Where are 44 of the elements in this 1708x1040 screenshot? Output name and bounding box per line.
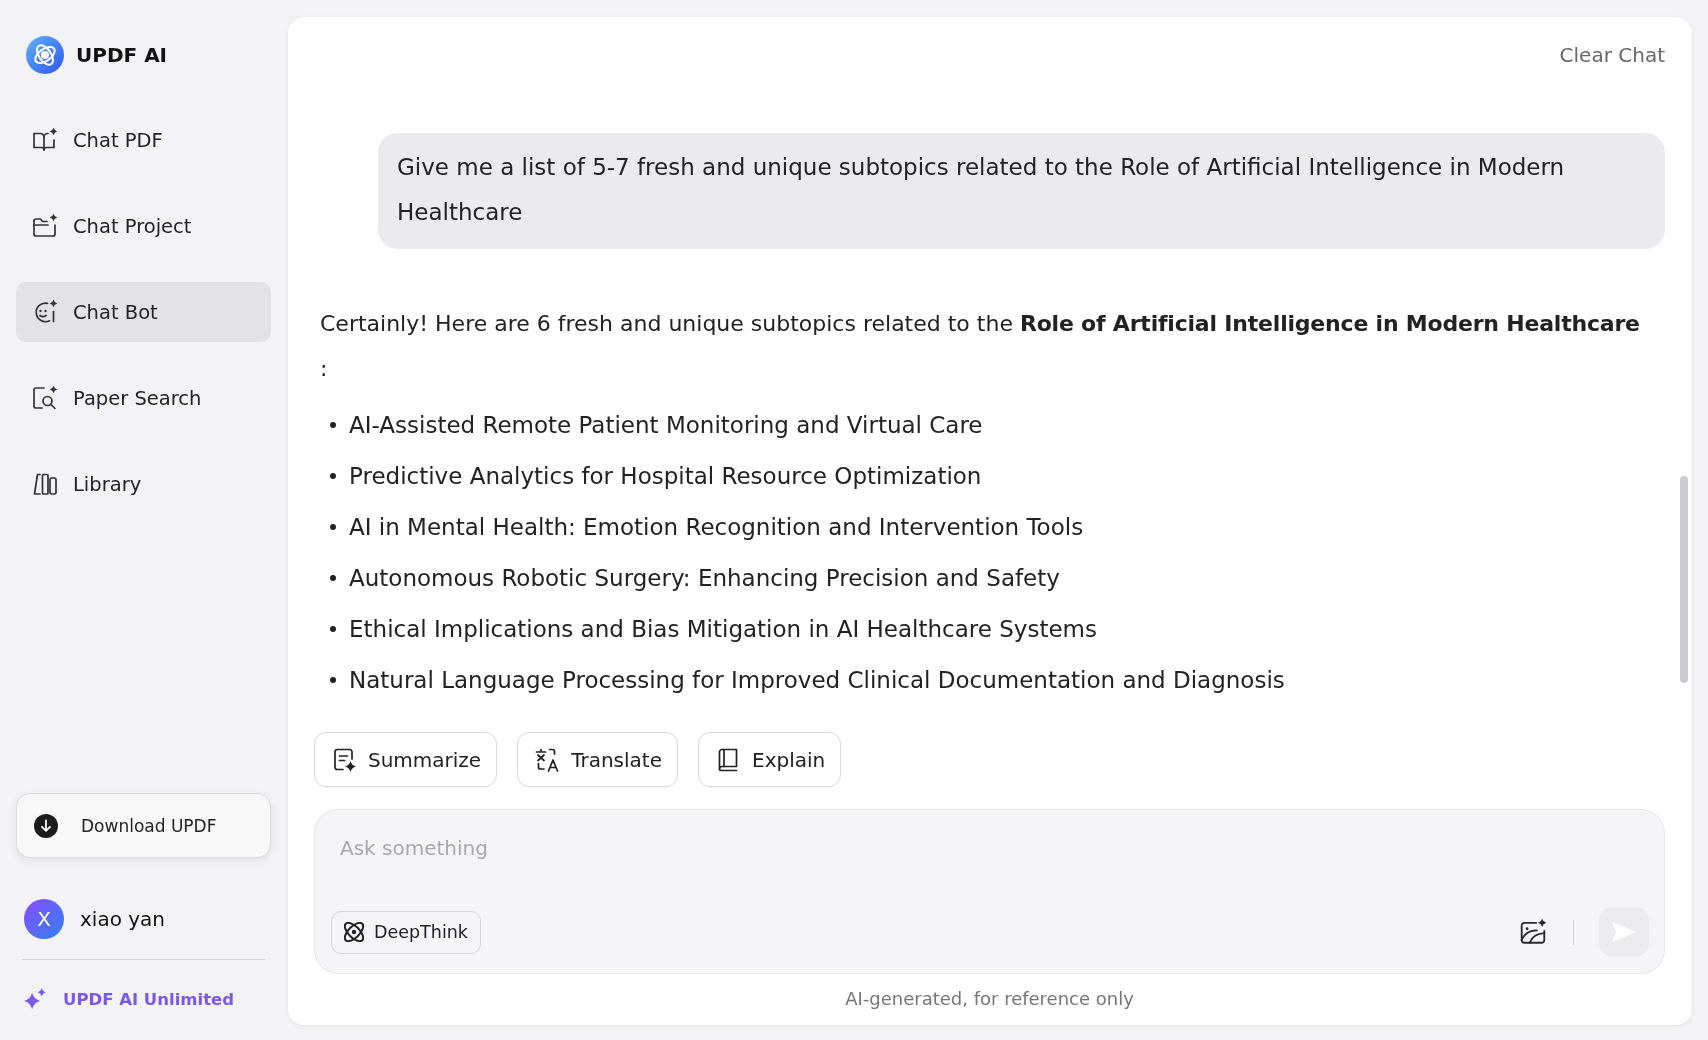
- list-item-text: Natural Language Processing for Improved Clinical Documentation and Diagnosis: [349, 666, 1285, 693]
- list-item-text: AI in Mental Health: Emotion Recognition and Intervention Tools: [349, 513, 1084, 540]
- sidebar-item[interactable]: Chat PDF: [16, 110, 271, 170]
- bullet-icon: [330, 676, 336, 683]
- list-item-text: Ethical Implications and Bias Mitigation in AI Healthcare Systems: [349, 615, 1097, 642]
- sidebar-item[interactable]: Chat Project: [16, 196, 271, 256]
- sidebar-item[interactable]: Paper Search: [16, 368, 271, 428]
- bullet-icon: [330, 421, 336, 428]
- logo-icon: [26, 36, 64, 74]
- document-icon: [331, 746, 357, 773]
- scrollbar[interactable]: [1680, 476, 1688, 683]
- user-avatar: X: [24, 899, 64, 939]
- sparkle-icon: [24, 988, 46, 1010]
- atom-icon: [344, 922, 364, 942]
- action-button[interactable]: Translate: [517, 732, 678, 787]
- list-item-text: AI-Assisted Remote Patient Monitoring and Virtual Care: [349, 411, 983, 438]
- image-icon[interactable]: [1519, 918, 1547, 946]
- action-button[interactable]: Summarize: [314, 732, 498, 787]
- user-name: xiao yan: [80, 907, 165, 931]
- list-item-text: Autonomous Robotic Surgery: Enhancing Precision and Safety: [349, 564, 1060, 591]
- action-button[interactable]: Explain: [698, 732, 842, 787]
- upgrade-link[interactable]: UPDF AI Unlimited: [16, 987, 235, 1011]
- bullet-icon: [330, 472, 336, 479]
- smiley-icon: [32, 299, 58, 325]
- disclaimer-text: AI-generated, for reference only: [845, 988, 1134, 1009]
- user-message: Give me a list of 5-7 fresh and unique subtopics related to the Role of Artificial Intelligence in Modern Healthcare: [378, 133, 1665, 249]
- sidebar-item[interactable]: Chat Bot: [16, 282, 271, 342]
- deepthink-button[interactable]: DeepThink: [331, 910, 481, 954]
- bullet-icon: [330, 523, 336, 530]
- sidebar-item[interactable]: Library: [16, 454, 271, 514]
- app-title: UPDF AI: [76, 43, 168, 67]
- download-icon: [34, 813, 58, 838]
- search-icon: [32, 385, 58, 411]
- bullet-icon: [330, 574, 336, 581]
- response-text: Certainly! Here are 6 fresh and unique subtopics related to the Role of Artificial Intelligence in Modern Healthcare :: [320, 310, 1641, 383]
- download-button[interactable]: Download UPDF: [16, 793, 271, 858]
- folder-icon: [32, 213, 58, 239]
- bullet-icon: [330, 625, 336, 632]
- list-item-text: Predictive Analytics for Hospital Resource Optimization: [349, 462, 982, 489]
- books-icon: [32, 471, 58, 497]
- clear-chat-button[interactable]: Clear Chat: [1559, 44, 1665, 66]
- book-icon: [32, 127, 58, 153]
- translate-icon: [534, 746, 561, 773]
- input-field[interactable]: Ask something: [340, 829, 1638, 867]
